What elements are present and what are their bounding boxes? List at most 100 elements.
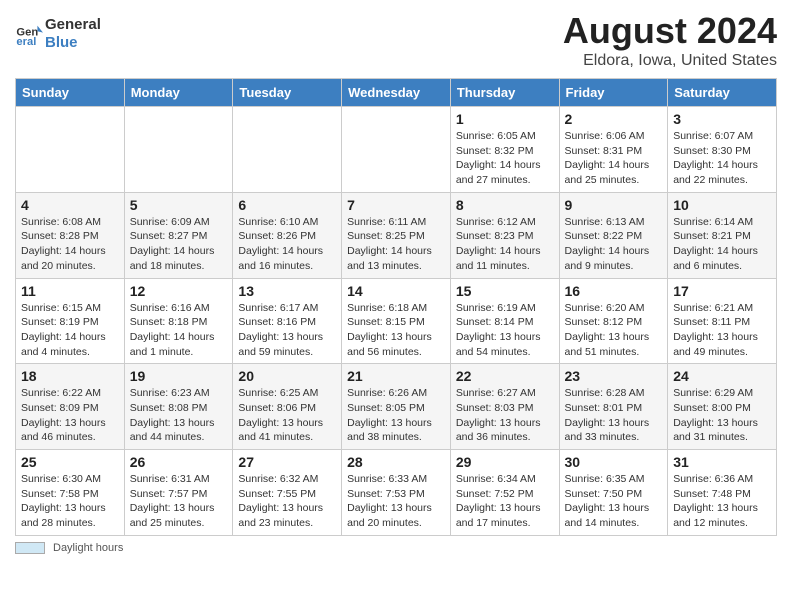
day-number: 25 [21,454,119,470]
day-info: Sunrise: 6:18 AM Sunset: 8:15 PM Dayligh… [347,301,445,360]
daylight-swatch [15,542,45,554]
day-number: 24 [673,368,771,384]
title-area: August 2024 Eldora, Iowa, United States [563,10,777,70]
day-number: 19 [130,368,228,384]
day-number: 26 [130,454,228,470]
calendar-cell: 8 Sunrise: 6:12 AM Sunset: 8:23 PM Daylig… [450,192,559,278]
day-info: Sunrise: 6:08 AM Sunset: 8:28 PM Dayligh… [21,215,119,274]
day-number: 2 [565,111,663,127]
calendar-cell: 31Sunrise: 6:36 AM Sunset: 7:48 PM Dayli… [668,450,777,536]
day-number: 10 [673,197,771,213]
day-number: 8 [456,197,554,213]
weekday-header: Monday [124,79,233,107]
calendar-cell: 6Sunrise: 6:10 AM Sunset: 8:26 PM Daylig… [233,192,342,278]
day-number: 27 [238,454,336,470]
weekday-header: Saturday [668,79,777,107]
calendar-cell: 15Sunrise: 6:19 AM Sunset: 8:14 PM Dayli… [450,278,559,364]
day-info: Sunrise: 6:11 AM Sunset: 8:25 PM Dayligh… [347,215,445,274]
day-number: 17 [673,283,771,299]
day-info: Sunrise: 6:27 AM Sunset: 8:03 PM Dayligh… [456,386,554,445]
day-info: Sunrise: 6:15 AM Sunset: 8:19 PM Dayligh… [21,301,119,360]
calendar-cell: 29 Sunrise: 6:34 AM Sunset: 7:52 PM Dayli… [450,450,559,536]
weekday-header: Tuesday [233,79,342,107]
day-number: 6 [238,197,336,213]
daylight-label: Daylight hours [53,542,123,554]
day-info: Sunrise: 6:07 AM Sunset: 8:30 PM Dayligh… [673,129,771,188]
logo-icon: Gen eral [15,20,43,48]
location-subtitle: Eldora, Iowa, United States [563,52,777,70]
main-title: August 2024 [563,10,777,52]
day-info: Sunrise: 6:36 AM Sunset: 7:48 PM Dayligh… [673,472,771,531]
calendar-cell: 14 Sunrise: 6:18 AM Sunset: 8:15 PM Dayli… [342,278,451,364]
weekday-header: Friday [559,79,668,107]
calendar-week-row: 18Sunrise: 6:22 AM Sunset: 8:09 PM Dayli… [16,364,777,450]
day-info: Sunrise: 6:06 AM Sunset: 8:31 PM Dayligh… [565,129,663,188]
calendar-table: SundayMondayTuesdayWednesdayThursdayFrid… [15,78,777,536]
calendar-cell: 21Sunrise: 6:26 AM Sunset: 8:05 PM Dayli… [342,364,451,450]
calendar-cell: 26 Sunrise: 6:31 AM Sunset: 7:57 PM Dayli… [124,450,233,536]
calendar-cell: 5 Sunrise: 6:09 AM Sunset: 8:27 PM Daylig… [124,192,233,278]
calendar-cell: 27 Sunrise: 6:32 AM Sunset: 7:55 PM Dayli… [233,450,342,536]
day-info: Sunrise: 6:09 AM Sunset: 8:27 PM Dayligh… [130,215,228,274]
day-number: 7 [347,197,445,213]
day-info: Sunrise: 6:34 AM Sunset: 7:52 PM Dayligh… [456,472,554,531]
day-number: 15 [456,283,554,299]
day-number: 30 [565,454,663,470]
day-info: Sunrise: 6:16 AM Sunset: 8:18 PM Dayligh… [130,301,228,360]
calendar-cell: 11 Sunrise: 6:15 AM Sunset: 8:19 PM Dayli… [16,278,125,364]
day-info: Sunrise: 6:35 AM Sunset: 7:50 PM Dayligh… [565,472,663,531]
calendar-header-row: SundayMondayTuesdayWednesdayThursdayFrid… [16,79,777,107]
day-info: Sunrise: 6:12 AM Sunset: 8:23 PM Dayligh… [456,215,554,274]
day-number: 1 [456,111,554,127]
calendar-week-row: 1Sunrise: 6:05 AM Sunset: 8:32 PM Daylig… [16,107,777,193]
day-info: Sunrise: 6:31 AM Sunset: 7:57 PM Dayligh… [130,472,228,531]
calendar-cell [342,107,451,193]
day-number: 14 [347,283,445,299]
day-info: Sunrise: 6:26 AM Sunset: 8:05 PM Dayligh… [347,386,445,445]
calendar-cell: 1Sunrise: 6:05 AM Sunset: 8:32 PM Daylig… [450,107,559,193]
calendar-cell: 19Sunrise: 6:23 AM Sunset: 8:08 PM Dayli… [124,364,233,450]
day-number: 18 [21,368,119,384]
calendar-cell [16,107,125,193]
calendar-cell: 13Sunrise: 6:17 AM Sunset: 8:16 PM Dayli… [233,278,342,364]
calendar-week-row: 25 Sunrise: 6:30 AM Sunset: 7:58 PM Dayli… [16,450,777,536]
calendar-cell: 28 Sunrise: 6:33 AM Sunset: 7:53 PM Dayli… [342,450,451,536]
day-number: 16 [565,283,663,299]
calendar-cell: 20 Sunrise: 6:25 AM Sunset: 8:06 PM Dayli… [233,364,342,450]
day-info: Sunrise: 6:14 AM Sunset: 8:21 PM Dayligh… [673,215,771,274]
day-info: Sunrise: 6:30 AM Sunset: 7:58 PM Dayligh… [21,472,119,531]
calendar-cell: 10 Sunrise: 6:14 AM Sunset: 8:21 PM Dayli… [668,192,777,278]
calendar-cell [124,107,233,193]
logo-line1: General [45,16,101,34]
logo: Gen eral General Blue [15,16,101,52]
day-info: Sunrise: 6:21 AM Sunset: 8:11 PM Dayligh… [673,301,771,360]
calendar-cell: 3 Sunrise: 6:07 AM Sunset: 8:30 PM Daylig… [668,107,777,193]
day-number: 28 [347,454,445,470]
day-number: 20 [238,368,336,384]
calendar-cell: 25 Sunrise: 6:30 AM Sunset: 7:58 PM Dayli… [16,450,125,536]
day-info: Sunrise: 6:32 AM Sunset: 7:55 PM Dayligh… [238,472,336,531]
day-number: 11 [21,283,119,299]
calendar-cell: 24Sunrise: 6:29 AM Sunset: 8:00 PM Dayli… [668,364,777,450]
calendar-cell: 23Sunrise: 6:28 AM Sunset: 8:01 PM Dayli… [559,364,668,450]
day-info: Sunrise: 6:33 AM Sunset: 7:53 PM Dayligh… [347,472,445,531]
day-info: Sunrise: 6:28 AM Sunset: 8:01 PM Dayligh… [565,386,663,445]
calendar-cell: 9Sunrise: 6:13 AM Sunset: 8:22 PM Daylig… [559,192,668,278]
calendar-cell: 18Sunrise: 6:22 AM Sunset: 8:09 PM Dayli… [16,364,125,450]
weekday-header: Sunday [16,79,125,107]
day-info: Sunrise: 6:13 AM Sunset: 8:22 PM Dayligh… [565,215,663,274]
day-number: 4 [21,197,119,213]
day-number: 3 [673,111,771,127]
day-number: 5 [130,197,228,213]
day-info: Sunrise: 6:20 AM Sunset: 8:12 PM Dayligh… [565,301,663,360]
day-info: Sunrise: 6:25 AM Sunset: 8:06 PM Dayligh… [238,386,336,445]
calendar-week-row: 11 Sunrise: 6:15 AM Sunset: 8:19 PM Dayli… [16,278,777,364]
day-number: 22 [456,368,554,384]
day-info: Sunrise: 6:17 AM Sunset: 8:16 PM Dayligh… [238,301,336,360]
weekday-header: Thursday [450,79,559,107]
calendar-cell: 12Sunrise: 6:16 AM Sunset: 8:18 PM Dayli… [124,278,233,364]
svg-text:eral: eral [16,36,36,48]
weekday-header: Wednesday [342,79,451,107]
calendar-cell: 7 Sunrise: 6:11 AM Sunset: 8:25 PM Daylig… [342,192,451,278]
day-number: 29 [456,454,554,470]
